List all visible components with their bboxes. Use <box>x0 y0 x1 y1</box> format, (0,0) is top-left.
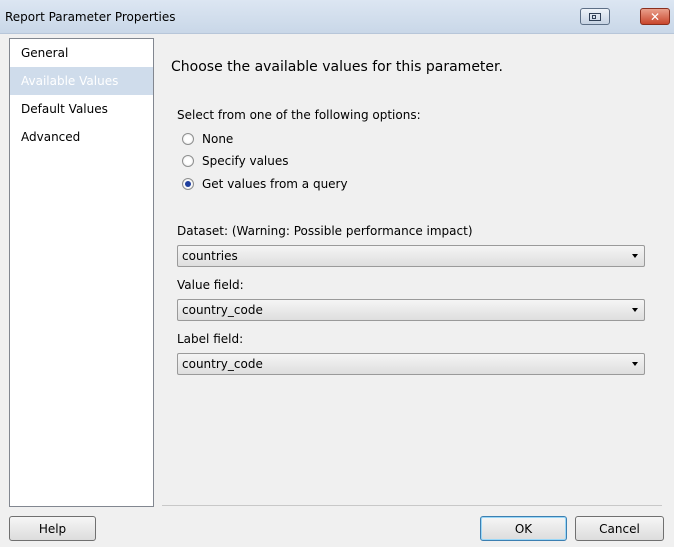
radio-label: Specify values <box>202 154 289 168</box>
sidebar-item-label: Advanced <box>21 130 81 144</box>
radio-button[interactable] <box>182 178 194 190</box>
radio-none[interactable]: None <box>182 131 233 147</box>
cancel-button[interactable]: Cancel <box>575 516 664 541</box>
ok-button[interactable]: OK <box>480 516 567 541</box>
sidebar-item-label: Available Values <box>21 74 119 88</box>
restore-icon <box>589 12 601 21</box>
sidebar-item-advanced[interactable]: Advanced <box>10 123 153 151</box>
footer-divider <box>162 505 662 506</box>
sidebar: General Available Values Default Values … <box>9 38 154 507</box>
page-title: Choose the available values for this par… <box>171 59 503 75</box>
chevron-down-icon <box>632 308 638 312</box>
radio-button[interactable] <box>182 155 194 167</box>
radio-label: None <box>202 132 234 146</box>
close-button[interactable]: ✕ <box>640 8 670 25</box>
radio-get-values-from-query[interactable]: Get values from a query <box>182 176 348 192</box>
label-field-label: Label field: <box>177 332 244 346</box>
window-title: Report Parameter Properties <box>5 10 176 24</box>
value-field-value: country_code <box>182 303 263 317</box>
help-button[interactable]: Help <box>9 516 96 541</box>
label-field-select[interactable]: country_code <box>177 353 645 375</box>
sidebar-item-default-values[interactable]: Default Values <box>10 95 153 123</box>
options-label: Select from one of the following options… <box>177 108 421 122</box>
sidebar-item-available-values[interactable]: Available Values <box>10 67 153 95</box>
dataset-label: Dataset: (Warning: Possible performance … <box>177 224 473 238</box>
close-icon: ✕ <box>649 9 661 24</box>
chevron-down-icon <box>632 254 638 258</box>
radio-label: Get values from a query <box>202 177 348 191</box>
sidebar-item-general[interactable]: General <box>10 39 153 67</box>
radio-specify-values[interactable]: Specify values <box>182 153 289 169</box>
value-field-select[interactable]: country_code <box>177 299 645 321</box>
label-field-value: country_code <box>182 357 263 371</box>
dataset-select[interactable]: countries <box>177 245 645 267</box>
radio-button[interactable] <box>182 133 194 145</box>
chevron-down-icon <box>632 362 638 366</box>
value-field-label: Value field: <box>177 278 244 292</box>
dataset-value: countries <box>182 249 238 263</box>
title-bar: Report Parameter Properties ✕ <box>0 0 674 34</box>
restore-button[interactable] <box>580 8 610 25</box>
sidebar-item-label: Default Values <box>21 102 108 116</box>
sidebar-item-label: General <box>21 46 69 60</box>
